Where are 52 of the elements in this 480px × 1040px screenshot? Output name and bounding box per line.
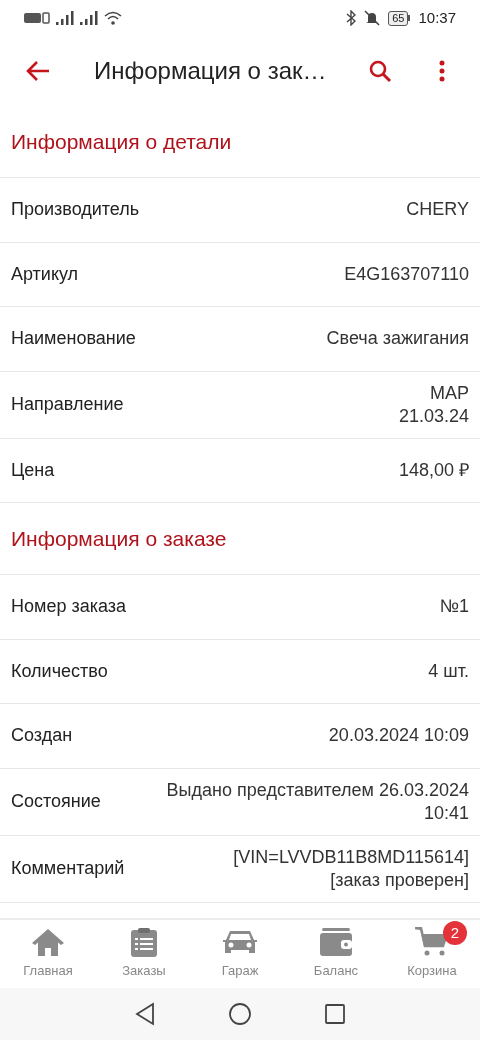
field-value: Выдано представителем 26.03.2024 [166,778,469,802]
cart-count-badge: 2 [443,921,467,945]
field-label: Комментарий [11,857,125,880]
field-label: Состояние [11,790,101,813]
field-label: Наименование [11,327,136,351]
field-value: №1 [439,595,469,619]
nav-tab[interactable]: Корзина 2 [384,920,480,988]
triangle-back-icon [134,1002,156,1026]
field-label: Количество [11,659,108,683]
field-value: 10:41 [423,801,469,825]
more-icon [439,60,445,82]
wallet-icon [319,927,353,958]
nav-tab[interactable]: Баланс [288,920,384,988]
field-label: Направление [11,393,124,416]
field-label: Цена [11,458,55,482]
muted-bell-icon [364,10,381,26]
field-value: CHERY [406,198,469,222]
home-nav-button[interactable] [228,1002,252,1026]
field-value: 21.03.24 [398,404,469,428]
back-nav-button[interactable] [134,1002,156,1026]
section-heading: Информация о детали [11,128,232,155]
back-arrow-icon [25,60,51,82]
house-icon [30,927,66,958]
wifi-icon [104,11,122,25]
volte-icon [24,12,50,24]
circle-home-icon [228,1002,252,1026]
nav-tab[interactable]: Главная [0,920,96,988]
field-value: 4 шт. [428,659,469,683]
signal-icon [56,11,74,25]
battery-level: 65 [388,10,409,26]
nav-tab[interactable]: Заказы [96,920,192,988]
field-label: Производитель [11,198,140,222]
recents-nav-button[interactable] [324,1003,346,1025]
field-label: Создан [11,724,73,748]
field-value: Свеча зажигания [326,327,469,351]
signal-icon [80,11,98,25]
field-label: Артикул [11,262,79,286]
clipboard-list-icon [129,927,159,958]
field-value: 20.03.2024 10:09 [328,724,469,748]
nav-tab[interactable]: Гараж [192,920,288,988]
field-value: [заказ проверен] [330,868,469,892]
field-label: Номер заказа [11,595,126,619]
screen-title: Информация о зак… [94,56,328,86]
section-heading: Информация о заказе [11,525,227,552]
bluetooth-icon [346,10,357,26]
search-icon [368,59,392,83]
square-recents-icon [324,1003,346,1025]
field-value: 148,00 ₽ [398,458,469,482]
field-value: E4G163707110 [344,262,469,286]
field-value: [VIN=LVVDB11B8MD115614] [233,845,469,869]
clock-time: 10:37 [418,7,456,28]
field-value: МАР [430,381,469,405]
